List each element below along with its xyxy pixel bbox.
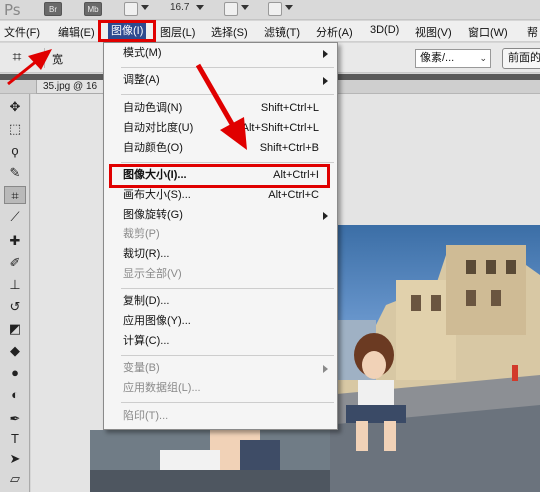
photoshop-logo: Ps <box>4 1 21 19</box>
arrange-caret-icon[interactable] <box>241 5 249 10</box>
document-image-lower <box>90 430 330 492</box>
menu-3d[interactable]: 3D(D) <box>370 24 399 36</box>
document-tab[interactable]: 35.jpg @ 16 <box>36 80 105 94</box>
menu-item-variables: 变量(B) <box>104 359 337 378</box>
submenu-arrow-icon <box>323 77 328 85</box>
tool-preset-caret-icon[interactable] <box>32 55 40 60</box>
menu-item-duplicate[interactable]: 复制(D)... <box>104 292 337 311</box>
bucket-icon[interactable]: ◆ <box>4 342 26 360</box>
front-image-button[interactable]: 前面的 <box>502 48 540 69</box>
menu-help[interactable]: 帮 <box>527 24 538 40</box>
menu-bar: 文件(F) 编辑(E) 图像(I) 图层(L) 选择(S) 滤镜(T) 分析(A… <box>0 21 540 42</box>
menu-item-crop: 裁剪(P) <box>123 228 160 240</box>
zoom-caret-icon[interactable] <box>196 5 204 10</box>
menu-item-mode[interactable]: 模式(M) <box>104 44 337 63</box>
crop-icon[interactable]: ⌗ <box>4 186 26 204</box>
submenu-arrow-icon <box>323 212 328 220</box>
resolution-unit-select[interactable]: 像素/... ⌄ <box>415 49 491 68</box>
menu-separator <box>121 94 334 95</box>
menu-item-auto-tone[interactable]: 自动色调(N) Shift+Ctrl+L <box>104 99 337 118</box>
zoom-level[interactable]: 16.7 <box>170 2 189 13</box>
menu-analysis[interactable]: 分析(A) <box>316 24 353 40</box>
menu-separator <box>121 288 334 289</box>
menu-item-apply-image[interactable]: 应用图像(Y)... <box>104 312 337 331</box>
menu-window[interactable]: 窗口(W) <box>468 24 508 40</box>
submenu-arrow-icon <box>323 365 328 373</box>
move-icon[interactable]: ✥ <box>4 98 26 116</box>
shape-icon[interactable]: ▱ <box>4 470 26 488</box>
image-menu-dropdown: 模式(M) 调整(A) 自动色调(N) Shift+Ctrl+L 自动对比度(U… <box>103 42 338 430</box>
menu-separator <box>121 67 334 68</box>
illustration <box>326 245 540 492</box>
menu-item-image-size[interactable]: 图像大小(I)... Alt+Ctrl+I <box>104 166 337 185</box>
lasso-icon[interactable]: ϙ <box>4 142 26 160</box>
screen-mode-caret-icon[interactable] <box>285 5 293 10</box>
submenu-arrow-icon <box>323 50 328 58</box>
view-extras-icon[interactable] <box>124 2 138 16</box>
dodge-icon[interactable]: ◐ <box>4 386 26 404</box>
bridge-button[interactable]: Br <box>44 2 62 16</box>
width-label: 宽 <box>52 54 63 66</box>
path-select-icon[interactable]: ➤ <box>4 450 26 468</box>
menu-item-image-rotation[interactable]: 图像旋转(G) <box>104 206 337 225</box>
menu-item-apply-data-set: 应用数据组(L)... <box>123 382 201 394</box>
pen-icon[interactable]: ✒ <box>4 410 26 428</box>
menu-item-auto-contrast[interactable]: 自动对比度(U) Alt+Shift+Ctrl+L <box>104 119 337 138</box>
menu-layer[interactable]: 图层(L) <box>160 24 195 40</box>
menu-separator <box>121 162 334 163</box>
menu-select[interactable]: 选择(S) <box>211 24 248 40</box>
menu-view[interactable]: 视图(V) <box>415 24 452 40</box>
menu-file[interactable]: 文件(F) <box>4 24 40 40</box>
type-icon[interactable]: T <box>4 430 26 448</box>
options-divider <box>44 48 45 68</box>
screen-mode-icon[interactable] <box>268 2 282 16</box>
eraser-icon[interactable]: ◩ <box>4 320 26 338</box>
chevron-down-icon: ⌄ <box>479 53 487 63</box>
blur-icon[interactable]: ● <box>4 364 26 382</box>
crop-tool-preset-icon[interactable]: ⌗ <box>6 48 28 68</box>
menu-separator <box>121 355 334 356</box>
eyedropper-icon[interactable]: ⟋ <box>4 208 26 226</box>
resolution-unit-value: 像素/... <box>420 52 455 64</box>
menu-item-reveal-all: 显示全部(V) <box>123 268 182 280</box>
history-brush-icon[interactable]: ↺ <box>4 298 26 316</box>
menu-item-trim[interactable]: 裁切(R)... <box>104 245 337 264</box>
mini-bridge-button[interactable]: Mb <box>84 2 102 16</box>
healing-icon[interactable]: ✚ <box>4 232 26 250</box>
menu-item-auto-color[interactable]: 自动颜色(O) Shift+Ctrl+B <box>104 139 337 158</box>
menu-separator <box>121 402 334 403</box>
menu-item-adjustments[interactable]: 调整(A) <box>104 71 337 90</box>
application-bar: Ps Br Mb 16.7 <box>0 0 540 20</box>
menu-item-calculations[interactable]: 计算(C)... <box>104 332 337 351</box>
menu-item-trap: 陷印(T)... <box>123 410 169 422</box>
toolbox: ✥ ⬚ ϙ ✎ ⌗ ⟋ ✚ ✐ ⊥ ↺ ◩ ◆ ● ◐ ✒ T ➤ ▱ <box>0 94 30 492</box>
menu-filter[interactable]: 滤镜(T) <box>264 24 300 40</box>
arrange-documents-icon[interactable] <box>224 2 238 16</box>
menu-item-canvas-size[interactable]: 画布大小(S)... Alt+Ctrl+C <box>104 186 337 205</box>
menu-edit[interactable]: 编辑(E) <box>58 24 95 40</box>
document-image <box>326 225 540 492</box>
marquee-icon[interactable]: ⬚ <box>4 120 26 138</box>
view-extras-caret-icon[interactable] <box>141 5 149 10</box>
menu-image[interactable]: 图像(I) <box>108 23 147 40</box>
illustration-lower <box>90 430 330 492</box>
brush-icon[interactable]: ✐ <box>4 254 26 272</box>
quick-select-icon[interactable]: ✎ <box>4 164 26 182</box>
stamp-icon[interactable]: ⊥ <box>4 276 26 294</box>
